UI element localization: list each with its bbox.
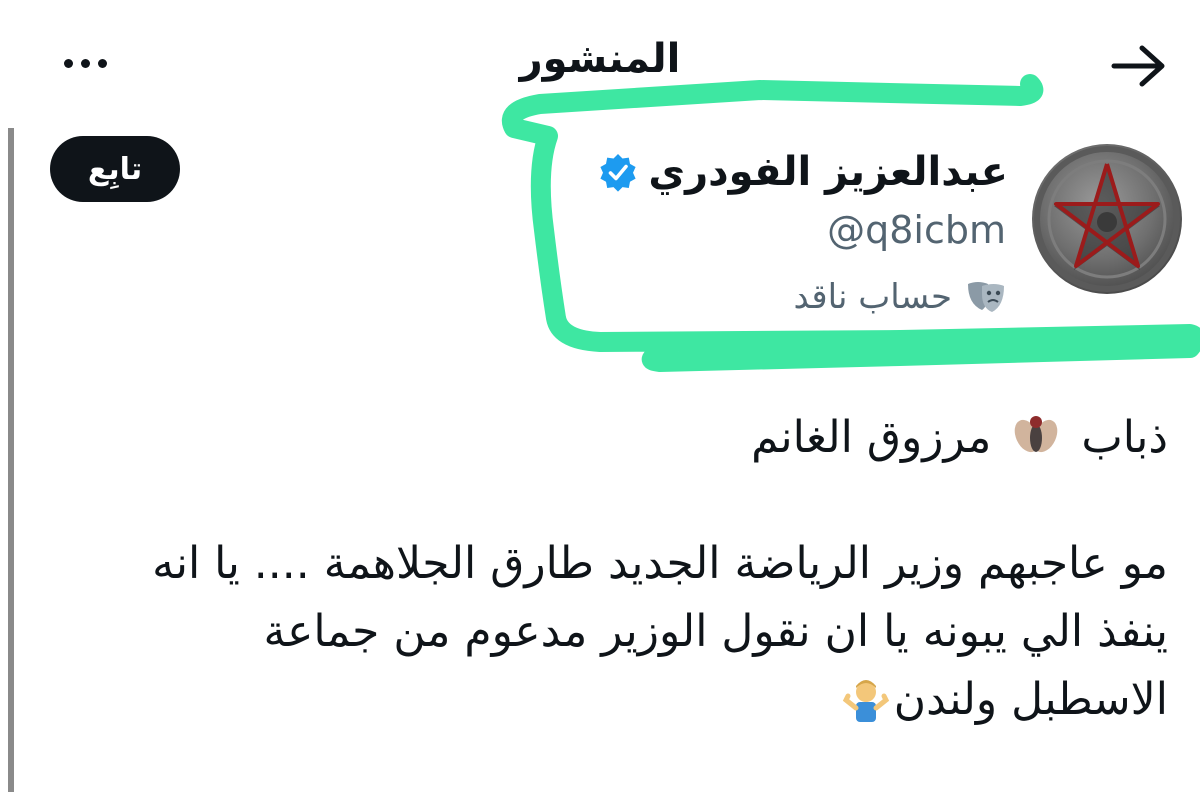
post-text-segment: مرزوق الغانم <box>751 412 992 463</box>
author-display-name[interactable]: عبدالعزيز الفودري <box>648 149 1008 195</box>
post-spacer <box>28 472 1168 530</box>
post-first-line: ذباب مرزوق الغانم <box>28 404 1168 472</box>
account-label-text: حساب ناقد <box>793 277 952 317</box>
performing-arts-mask-icon <box>968 282 1004 312</box>
post-text-segment: ذباب <box>1081 412 1168 463</box>
top-bar: المنشور <box>0 0 1200 120</box>
arrow-right-icon <box>1111 45 1165 87</box>
back-button[interactable] <box>1104 36 1174 96</box>
more-dots-icon <box>63 58 73 68</box>
author-name-row[interactable]: عبدالعزيز الفودري <box>598 142 1008 202</box>
more-dot <box>97 58 107 68</box>
account-label[interactable]: حساب ناقد <box>794 272 1006 322</box>
man-shrugging-emoji <box>842 680 889 722</box>
page-title: المنشور <box>519 36 681 82</box>
post-line: ينفذ الي يبونه يا ان نقول الوزير مدعوم م… <box>263 606 1168 657</box>
follow-button[interactable]: تابِع <box>50 136 180 202</box>
author-handle[interactable]: @q8icbm <box>827 208 1006 252</box>
fly-emoji <box>1015 416 1058 453</box>
avatar[interactable] <box>1032 144 1182 294</box>
pentagram-avatar <box>1034 146 1180 292</box>
thread-line <box>8 128 14 792</box>
more-options-button[interactable] <box>50 38 120 88</box>
post-line-last: الاسطبل ولندن <box>28 666 1168 734</box>
post-line: مو عاجبهم وزير الرياضة الجديد طارق الجلا… <box>152 538 1168 589</box>
post-text-segment: الاسطبل ولندن <box>893 674 1168 725</box>
verified-badge-icon <box>600 154 637 192</box>
post-text: ذباب مرزوق الغانم مو عاجبهم وزير الرياضة… <box>28 404 1168 734</box>
more-dot <box>80 58 90 68</box>
